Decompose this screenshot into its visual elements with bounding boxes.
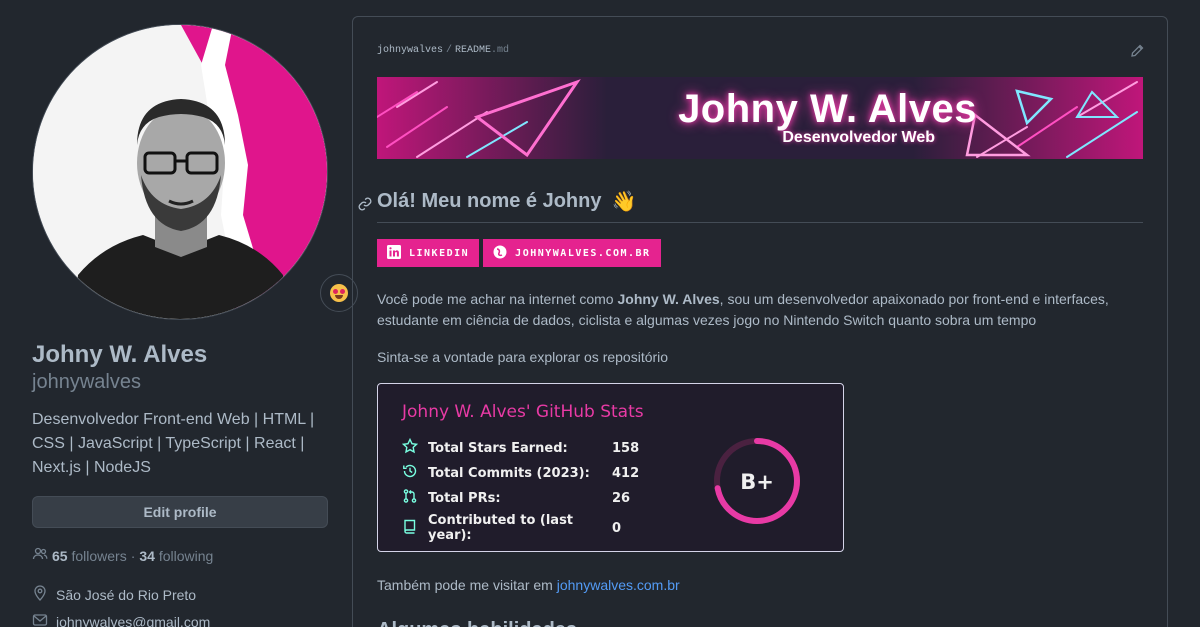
repo-icon [402, 518, 418, 538]
edit-readme-pencil-icon[interactable] [1129, 43, 1145, 64]
profile-bio: Desenvolvedor Front-end Web | HTML | CSS… [32, 411, 315, 476]
banner-subtitle: Desenvolvedor Web [782, 129, 935, 146]
history-icon [402, 463, 418, 483]
location-text: São José do Rio Preto [56, 586, 197, 603]
github-stats-card: Johny W. Alves' GitHub Stats Total Stars… [377, 383, 844, 552]
email-link[interactable]: johnywalves@gmail.com [56, 614, 210, 627]
readme-banner: Johny W. Alves Desenvolvedor Web [377, 77, 1143, 159]
star-struck-emoji-icon [330, 284, 348, 302]
skills-heading: Algumas habilidades [377, 619, 577, 627]
readme-heading: Olá! Meu nome é Johny 👋 [358, 189, 1143, 223]
follow-stats: 65 followers · 34 following [32, 546, 328, 565]
badges-row: LINKEDIN JOHNYWALVES.COM.BR [377, 239, 661, 267]
profile-username: johnywalves [32, 371, 141, 393]
stat-row-commits: Total Commits (2023): 412 [402, 463, 652, 483]
location-icon [32, 585, 48, 604]
following-link[interactable]: 34 following [139, 548, 213, 564]
stat-row-stars: Total Stars Earned: 158 [401, 437, 652, 458]
stat-row-prs: Total PRs: 26 [402, 488, 652, 508]
profile-fullname: Johny W. Alves [32, 341, 208, 368]
pull-request-icon [402, 488, 418, 508]
mail-icon [32, 612, 48, 627]
banner-title: Johny W. Alves [678, 87, 977, 131]
globe-icon [493, 245, 507, 262]
readme-card: johnywalves / README.md Johny W. Alves D… [352, 16, 1168, 627]
edit-profile-button[interactable]: Edit profile [32, 496, 328, 528]
profile-sidebar: Johny W. Alves johnywalves Desenvolvedor… [32, 24, 358, 627]
link-anchor-icon[interactable] [357, 195, 373, 218]
email-item: johnywalves@gmail.com [32, 612, 328, 627]
linkedin-icon [387, 244, 401, 262]
location-item: São José do Rio Preto [32, 585, 328, 604]
readme-file-link[interactable]: README [455, 45, 491, 56]
visit-paragraph: Também pode me visitar em johnywalves.co… [377, 577, 680, 593]
star-icon [401, 437, 419, 458]
readme-owner-link[interactable]: johnywalves [377, 45, 443, 56]
readme-path: johnywalves / README.md [377, 45, 510, 56]
explore-paragraph: Sinta-se a vontade para explorar os repo… [377, 349, 669, 365]
followers-link[interactable]: 65 followers [52, 548, 127, 564]
heading-text: Olá! Meu nome é Johny [377, 190, 602, 212]
linkedin-badge[interactable]: LINKEDIN [377, 239, 480, 267]
waving-hand-emoji: 👋 [611, 191, 637, 213]
stats-title: Johny W. Alves' GitHub Stats [402, 402, 644, 422]
people-icon [32, 546, 48, 565]
stat-row-contributed: Contributed to (last year): 0 [402, 513, 652, 543]
avatar-container [32, 24, 358, 320]
grade-text: B+ [740, 470, 774, 494]
grade-ring: B+ [712, 436, 802, 531]
intro-paragraph: Você pode me achar na internet como John… [377, 291, 1109, 328]
website-badge[interactable]: JOHNYWALVES.COM.BR [483, 239, 661, 267]
avatar[interactable] [32, 24, 328, 320]
website-link[interactable]: johnywalves.com.br [557, 577, 680, 593]
